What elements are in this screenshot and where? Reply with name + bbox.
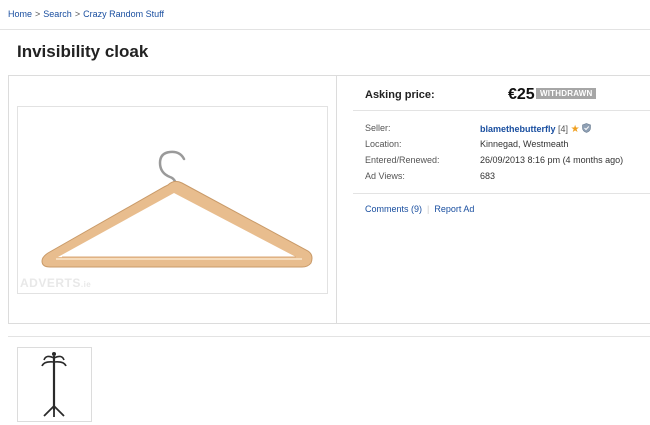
- breadcrumb-separator: >: [35, 9, 41, 19]
- star-icon: ★: [570, 124, 580, 135]
- price-row: Asking price: €25 WITHDRAWN: [365, 86, 650, 106]
- seller-label: Seller:: [365, 123, 391, 133]
- detail-row-views: Ad Views: 683: [365, 171, 650, 187]
- main-photo-panel: ADVERTS.ie: [8, 75, 337, 324]
- watermark-suffix: .ie: [80, 280, 92, 289]
- divider: [8, 336, 650, 337]
- price-label: Asking price:: [365, 89, 435, 101]
- shield-icon: [582, 123, 591, 135]
- views-value: 683: [480, 171, 496, 181]
- location-value: Kinnegad, Westmeath: [480, 139, 569, 149]
- seller-ad-count: [4]: [558, 124, 569, 134]
- page-title: Invisibility cloak: [17, 42, 149, 61]
- detail-row-seller: Seller: blamethebutterfly [4] ★: [365, 123, 650, 139]
- location-label: Location:: [365, 139, 402, 149]
- status-badge: WITHDRAWN: [536, 88, 597, 99]
- breadcrumb: Home > Search > Crazy Random Stuff: [8, 9, 164, 19]
- entered-label: Entered/Renewed:: [365, 155, 440, 165]
- watermark-text: ADVERTS: [20, 276, 81, 290]
- seller-value: blamethebutterfly [4] ★: [480, 123, 591, 135]
- watermark: ADVERTS.ie: [20, 276, 91, 290]
- ad-info-panel: Asking price: €25 WITHDRAWN Seller: blam…: [337, 75, 650, 324]
- ad-actions: Comments (9) | Report Ad: [365, 204, 474, 214]
- thumbnail[interactable]: [17, 347, 92, 422]
- main-photo[interactable]: ADVERTS.ie: [17, 106, 328, 294]
- divider: [353, 110, 650, 111]
- details-list: Seller: blamethebutterfly [4] ★ Location…: [365, 123, 650, 187]
- breadcrumb-category[interactable]: Crazy Random Stuff: [83, 9, 164, 19]
- report-ad-link[interactable]: Report Ad: [434, 204, 474, 214]
- views-label: Ad Views:: [365, 171, 405, 181]
- price-value: €25: [508, 86, 535, 103]
- entered-value: 26/09/2013 8:16 pm (4 months ago): [480, 155, 624, 165]
- coat-stand-image: [41, 352, 67, 417]
- breadcrumb-search[interactable]: Search: [43, 9, 72, 19]
- divider: [0, 29, 650, 30]
- breadcrumb-home[interactable]: Home: [8, 9, 32, 19]
- action-divider: |: [427, 204, 430, 214]
- breadcrumb-separator: >: [74, 9, 81, 19]
- divider: [353, 193, 650, 194]
- detail-row-entered: Entered/Renewed: 26/09/2013 8:16 pm (4 m…: [365, 155, 650, 171]
- hanger-image: [41, 150, 313, 268]
- seller-link[interactable]: blamethebutterfly: [480, 124, 556, 134]
- detail-row-location: Location: Kinnegad, Westmeath: [365, 139, 650, 155]
- comments-link[interactable]: Comments (9): [365, 204, 422, 214]
